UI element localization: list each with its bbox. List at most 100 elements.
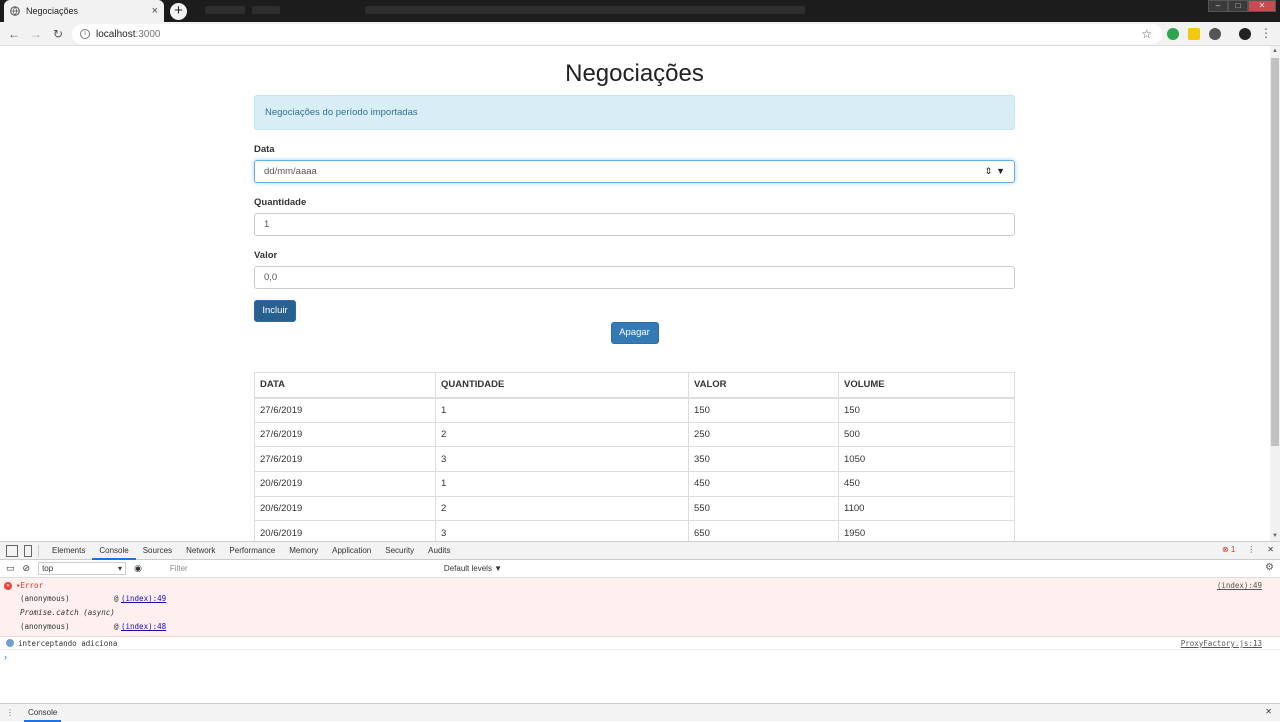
address-bar[interactable]: i localhost:3000 ☆	[72, 24, 1162, 44]
data-label: Data	[254, 144, 275, 155]
negociacoes-table: DATA QUANTIDADE VALOR VOLUME 27/6/2019 1 1…	[254, 372, 1015, 541]
column-header: DATA	[254, 372, 436, 399]
extension-icon[interactable]	[1209, 28, 1221, 40]
data-input[interactable]: dd/mm/aaaa ⇕ ▼	[254, 160, 1015, 183]
table-cell: 1	[435, 471, 689, 497]
stack-link[interactable]: (index):48	[121, 622, 166, 631]
drawer-close-icon[interactable]: ✕	[1265, 707, 1272, 716]
valor-input[interactable]: 0,0	[254, 266, 1015, 289]
console-prompt[interactable]: ›	[4, 652, 7, 662]
browser-menu-icon[interactable]: ⋮	[1260, 26, 1272, 40]
log-levels-select[interactable]: Default levels ▼	[444, 562, 502, 575]
spinner-icon[interactable]: ⇕	[985, 166, 993, 177]
console-filter-input[interactable]: Filter	[170, 562, 440, 575]
clear-console-icon[interactable]: ⊘	[23, 563, 31, 574]
browser-tab[interactable]: Negociações ×	[4, 0, 164, 22]
column-header: QUANTIDADE	[435, 372, 689, 399]
error-count-badge[interactable]: ⊗ 1	[1222, 545, 1235, 554]
devtools-actions: ⊗ 1 ⋮ ✕	[1222, 545, 1274, 554]
tab-audits[interactable]: Audits	[421, 542, 457, 560]
table-cell: 450	[688, 471, 839, 497]
error-source-link[interactable]: (index):49	[1217, 581, 1262, 590]
table-cell: 650	[688, 520, 839, 541]
page-scrollbar[interactable]: ▲ ▼	[1270, 46, 1280, 541]
back-icon[interactable]: ←	[6, 26, 22, 42]
devtools-tab-list: Elements Console Sources Network Performance…	[45, 542, 457, 560]
devtools-panel: Elements Console Sources Network Performance…	[0, 541, 1280, 722]
scroll-down-icon[interactable]: ▼	[1270, 533, 1280, 539]
table-cell: 450	[838, 471, 1015, 497]
drawer-menu-icon[interactable]: ⋮	[6, 708, 14, 717]
column-header: VALOR	[688, 372, 839, 399]
info-icon[interactable]: i	[80, 29, 90, 39]
incluir-button[interactable]: Incluir	[254, 300, 296, 322]
tab-memory[interactable]: Memory	[282, 542, 325, 560]
negociacao-form: Data dd/mm/aaaa ⇕ ▼ Quantidade 1 Valor 0…	[254, 144, 1015, 322]
table-cell: 250	[688, 421, 839, 448]
tab-application[interactable]: Application	[325, 542, 378, 560]
table-cell: 2	[435, 495, 689, 522]
devtools-close-icon[interactable]: ✕	[1267, 545, 1274, 554]
table-cell: 20/6/2019	[254, 520, 436, 541]
apagar-wrap: Apagar	[254, 322, 1015, 344]
devtools-drawer: ⋮ Console ✕	[0, 703, 1280, 722]
dropdown-icon[interactable]: ▼	[996, 166, 1005, 177]
device-toggle-icon[interactable]	[24, 544, 32, 557]
reload-icon[interactable]: ↻	[50, 26, 66, 42]
info-source-link[interactable]: ProxyFactory.js:13	[1181, 639, 1262, 648]
extension-icon[interactable]	[1188, 28, 1200, 40]
tab-network[interactable]: Network	[179, 542, 222, 560]
error-icon: ✕	[4, 582, 12, 590]
forward-icon[interactable]: →	[28, 26, 44, 42]
data-value: dd/mm/aaaa	[264, 166, 317, 177]
table-row: 27/6/2019 3 350 1050	[254, 446, 1015, 473]
close-window-button[interactable]: ✕	[1248, 0, 1276, 12]
scroll-up-icon[interactable]: ▲	[1270, 48, 1280, 54]
drawer-tab-console[interactable]: Console	[24, 704, 62, 722]
apagar-button[interactable]: Apagar	[610, 322, 659, 344]
new-tab-button[interactable]: +	[170, 3, 187, 20]
page-viewport: Negociações Negociações do período impor…	[0, 46, 1270, 541]
tab-close-icon[interactable]: ×	[152, 5, 158, 17]
quantidade-label: Quantidade	[254, 197, 307, 208]
table-cell: 27/6/2019	[254, 446, 436, 473]
bookmark-star-icon[interactable]: ☆	[1141, 27, 1152, 41]
valor-value: 0,0	[264, 272, 278, 283]
table-row: 20/6/2019 1 450 450	[254, 471, 1015, 497]
tab-console[interactable]: Console	[92, 542, 136, 560]
info-text: interceptando adiciona	[18, 639, 118, 648]
tab-security[interactable]: Security	[378, 542, 421, 560]
browser-toolbar: ← → ↻ i localhost:3000 ☆ ⋮	[0, 22, 1280, 46]
minimize-button[interactable]: –	[1208, 0, 1228, 12]
table-cell: 550	[688, 495, 839, 522]
gear-icon[interactable]: ⚙	[1265, 562, 1274, 573]
table-cell: 20/6/2019	[254, 495, 436, 522]
title-blur	[252, 6, 280, 14]
divider	[38, 544, 39, 557]
scroll-thumb[interactable]	[1271, 58, 1279, 446]
globe-icon	[10, 6, 20, 16]
console-filterbar: ▭ ⊘ top ▾ ◉ Filter Default levels ▼ ⚙	[0, 560, 1280, 578]
tab-performance[interactable]: Performance	[222, 542, 282, 560]
title-blur	[365, 6, 805, 14]
page-container: Negociações Negociações do período impor…	[254, 46, 1015, 541]
tab-sources[interactable]: Sources	[136, 542, 179, 560]
table-row: 27/6/2019 2 250 500	[254, 421, 1015, 448]
title-blur	[205, 6, 245, 14]
eye-icon[interactable]: ◉	[134, 563, 142, 574]
inspect-icon[interactable]	[6, 544, 18, 557]
error-count: 1	[1230, 545, 1236, 554]
maximize-button[interactable]: □	[1228, 0, 1248, 12]
stack-link[interactable]: (index):49	[121, 594, 166, 603]
table-cell: 27/6/2019	[254, 421, 436, 448]
profile-avatar[interactable]	[1239, 28, 1251, 40]
chevron-down-icon: ▾	[118, 564, 123, 573]
context-select[interactable]: top ▾	[38, 562, 127, 575]
error-title[interactable]: ▾Error	[16, 581, 43, 590]
extension-icon[interactable]	[1167, 28, 1179, 40]
sidebar-toggle-icon[interactable]: ▭	[6, 563, 15, 574]
devtools-menu-icon[interactable]: ⋮	[1247, 545, 1255, 554]
tab-elements[interactable]: Elements	[45, 542, 92, 560]
quantidade-value: 1	[264, 219, 270, 230]
quantidade-input[interactable]: 1	[254, 213, 1015, 236]
